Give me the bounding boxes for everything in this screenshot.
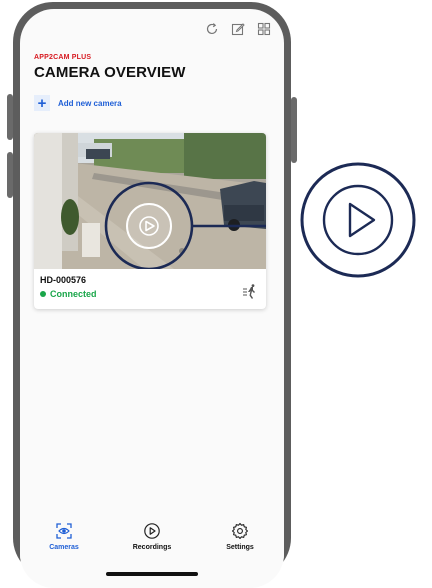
tab-settings[interactable]: Settings xyxy=(205,522,275,551)
bottom-tab-bar: Cameras Recordings Settings xyxy=(20,516,284,578)
add-camera-label: Add new camera xyxy=(58,98,122,108)
tab-recordings[interactable]: Recordings xyxy=(117,522,187,551)
power-button xyxy=(291,97,297,163)
tab-cameras-label: Cameras xyxy=(49,544,79,551)
edit-icon[interactable] xyxy=(230,21,246,37)
volume-down-button xyxy=(7,152,13,198)
play-callout-magnifier xyxy=(300,162,416,278)
plus-icon: + xyxy=(34,95,50,111)
tab-cameras[interactable]: Cameras xyxy=(29,522,99,551)
camera-preview[interactable] xyxy=(34,133,266,269)
refresh-icon[interactable] xyxy=(204,21,220,37)
motion-detection-icon[interactable] xyxy=(242,283,260,301)
camera-name: HD-000576 xyxy=(40,275,87,285)
status-dot-icon xyxy=(40,291,46,297)
grid-icon[interactable] xyxy=(256,21,272,37)
play-icon[interactable] xyxy=(34,133,266,269)
camera-icon xyxy=(56,523,72,539)
phone-frame: APP2CAM PLUS CAMERA OVERVIEW + Add new c… xyxy=(7,2,297,588)
camera-card[interactable]: HD-000576 Connected xyxy=(34,133,266,309)
tab-settings-label: Settings xyxy=(226,544,254,551)
add-camera-button[interactable]: + Add new camera xyxy=(34,95,122,111)
connection-status: Connected xyxy=(40,289,97,299)
status-label: Connected xyxy=(50,289,97,299)
gear-icon xyxy=(231,522,249,540)
volume-up-button xyxy=(7,94,13,140)
top-toolbar xyxy=(204,21,272,37)
play-circle-icon xyxy=(144,523,160,539)
tab-recordings-label: Recordings xyxy=(132,544,172,551)
app-screen: APP2CAM PLUS CAMERA OVERVIEW + Add new c… xyxy=(20,9,284,588)
page-title: CAMERA OVERVIEW xyxy=(34,64,186,81)
brand-label: APP2CAM PLUS xyxy=(34,54,92,61)
